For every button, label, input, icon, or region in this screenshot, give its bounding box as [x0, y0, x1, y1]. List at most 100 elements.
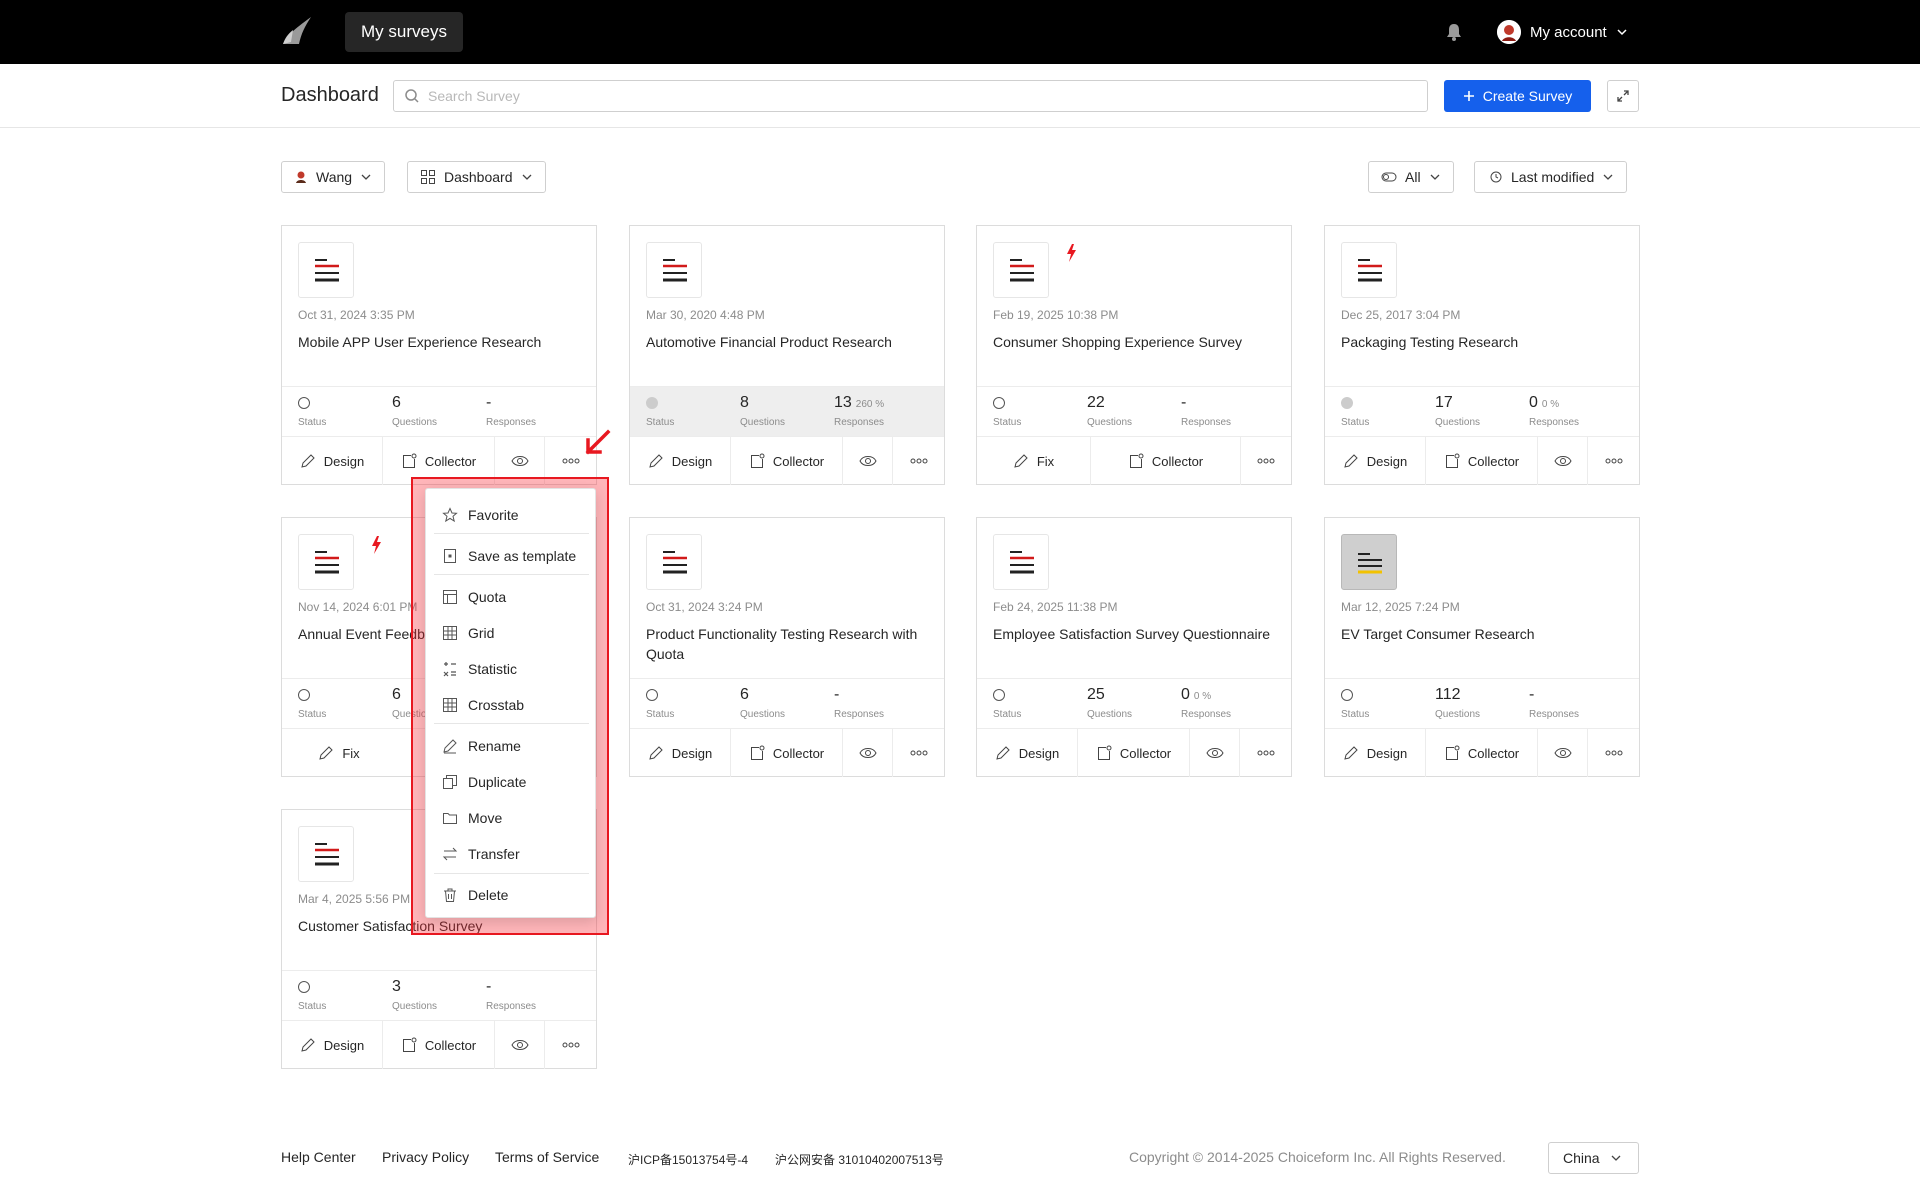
fix-button[interactable]: Fix — [282, 729, 396, 777]
survey-title[interactable]: Employee Satisfaction Survey Questionnai… — [993, 624, 1273, 644]
card-actions: Design Collector — [1325, 728, 1639, 777]
preview-button[interactable] — [495, 1021, 545, 1069]
quota-icon — [443, 590, 457, 604]
design-button[interactable]: Design — [630, 437, 731, 485]
survey-stats: Status 3 Questions - Responses — [282, 970, 596, 1020]
design-button[interactable]: Design — [282, 437, 383, 485]
menu-item-transfer[interactable]: Transfer — [442, 842, 520, 866]
menu-item-crosstab[interactable]: Crosstab — [442, 693, 524, 717]
police-record-link[interactable]: 沪公网安备 31010402007513号 — [775, 1151, 944, 1168]
terms-of-service-link[interactable]: Terms of Service — [495, 1149, 599, 1165]
eye-icon — [1553, 748, 1572, 758]
preview-button[interactable] — [843, 729, 893, 777]
survey-card[interactable]: Mar 12, 2025 7:24 PM EV Target Consumer … — [1324, 517, 1640, 777]
preview-button[interactable] — [843, 437, 893, 485]
sort-dropdown[interactable]: Last modified — [1474, 161, 1628, 193]
survey-card[interactable]: Feb 24, 2025 11:38 PM Employee Satisfact… — [976, 517, 1292, 777]
more-button[interactable] — [893, 437, 944, 485]
eye-icon — [858, 748, 877, 758]
collector-button[interactable]: Collector — [731, 729, 843, 777]
pointer-arrow-icon — [582, 428, 612, 458]
menu-item-quota[interactable]: Quota — [442, 585, 506, 609]
survey-title[interactable]: Consumer Shopping Experience Survey — [993, 332, 1273, 352]
menu-item-statistic[interactable]: Statistic — [442, 657, 517, 681]
status-filter-dropdown[interactable]: All — [1368, 161, 1454, 193]
search-box[interactable] — [393, 80, 1428, 112]
fix-button[interactable]: Fix — [977, 437, 1091, 485]
more-button[interactable] — [1241, 437, 1291, 485]
survey-card[interactable]: Dec 25, 2017 3:04 PM Packaging Testing R… — [1324, 225, 1640, 485]
help-center-link[interactable]: Help Center — [281, 1149, 356, 1165]
expand-icon — [1617, 90, 1629, 102]
status-dot — [646, 397, 658, 409]
collector-button[interactable]: Collector — [731, 437, 843, 485]
collector-button[interactable]: Collector — [1426, 437, 1538, 485]
design-button[interactable]: Design — [282, 1021, 383, 1069]
collector-button[interactable]: Collector — [1091, 437, 1241, 485]
status-stat: Status — [1341, 685, 1369, 720]
my-surveys-nav[interactable]: My surveys — [345, 12, 463, 52]
status-stat: Status — [646, 393, 674, 428]
menu-item-favorite[interactable]: Favorite — [442, 503, 519, 527]
survey-thumbnail — [646, 242, 702, 298]
pencil-icon — [996, 746, 1010, 760]
design-button[interactable]: Design — [1325, 729, 1426, 777]
status-dot — [993, 397, 1005, 409]
survey-context-menu: Favorite Save as template Quota Grid Sta… — [425, 488, 596, 918]
collector-button[interactable]: Collector — [383, 1021, 495, 1069]
menu-item-duplicate[interactable]: Duplicate — [442, 770, 526, 794]
questions-stat: 25 Questions — [1087, 686, 1133, 720]
menu-item-grid[interactable]: Grid — [442, 621, 494, 645]
owner-filter-dropdown[interactable]: Wang — [281, 161, 386, 193]
design-button[interactable]: Design — [630, 729, 731, 777]
eye-icon — [510, 1040, 529, 1050]
app-logo-icon[interactable] — [279, 14, 315, 50]
survey-title[interactable]: Product Functionality Testing Research w… — [646, 624, 926, 664]
survey-date: Mar 30, 2020 4:48 PM — [646, 308, 765, 322]
icp-link[interactable]: 沪ICP备15013754号-4 — [628, 1151, 748, 1168]
collector-icon — [1097, 745, 1112, 760]
survey-thumbnail — [298, 242, 354, 298]
view-label: Dashboard — [444, 169, 513, 185]
country-selector[interactable]: China — [1548, 1142, 1639, 1174]
privacy-policy-link[interactable]: Privacy Policy — [382, 1149, 469, 1165]
more-button[interactable] — [1240, 729, 1291, 777]
menu-item-delete[interactable]: Delete — [442, 883, 508, 907]
more-button[interactable] — [1588, 729, 1639, 777]
status-stat: Status — [993, 685, 1021, 720]
search-icon — [405, 89, 419, 103]
survey-title[interactable]: Automotive Financial Product Research — [646, 332, 926, 352]
preview-button[interactable] — [1190, 729, 1240, 777]
expand-button[interactable] — [1607, 80, 1639, 112]
collector-button[interactable]: Collector — [1426, 729, 1538, 777]
more-button[interactable] — [545, 1021, 596, 1069]
create-survey-button[interactable]: Create Survey — [1444, 80, 1591, 112]
preview-button[interactable] — [1538, 437, 1588, 485]
survey-title[interactable]: EV Target Consumer Research — [1341, 624, 1621, 644]
view-dropdown[interactable]: Dashboard — [407, 161, 546, 193]
pencil-icon — [301, 1038, 315, 1052]
design-button[interactable]: Design — [977, 729, 1078, 777]
survey-title[interactable]: Mobile APP User Experience Research — [298, 332, 578, 352]
menu-item-rename[interactable]: Rename — [442, 734, 521, 758]
more-button[interactable] — [1588, 437, 1639, 485]
survey-card[interactable]: Oct 31, 2024 3:24 PM Product Functionali… — [629, 517, 945, 777]
preview-button[interactable] — [1538, 729, 1588, 777]
survey-card[interactable]: Mar 30, 2020 4:48 PM Automotive Financia… — [629, 225, 945, 485]
trash-icon — [444, 888, 456, 902]
status-stat: Status — [646, 685, 674, 720]
survey-stats: Status 112 Questions - Responses — [1325, 678, 1639, 728]
menu-item-move[interactable]: Move — [442, 806, 502, 830]
survey-title[interactable]: Packaging Testing Research — [1341, 332, 1621, 352]
collector-button[interactable]: Collector — [1078, 729, 1190, 777]
more-button[interactable] — [893, 729, 944, 777]
search-input[interactable] — [428, 88, 1427, 104]
survey-card[interactable]: Oct 31, 2024 3:35 PM Mobile APP User Exp… — [281, 225, 597, 485]
account-menu[interactable]: My account — [1497, 19, 1628, 45]
status-dot — [298, 981, 310, 993]
notification-bell-icon[interactable] — [1443, 21, 1465, 43]
more-dots-icon — [910, 750, 927, 756]
menu-item-save-as-template[interactable]: Save as template — [442, 544, 576, 568]
design-button[interactable]: Design — [1325, 437, 1426, 485]
survey-card[interactable]: Feb 19, 2025 10:38 PM Consumer Shopping … — [976, 225, 1292, 485]
